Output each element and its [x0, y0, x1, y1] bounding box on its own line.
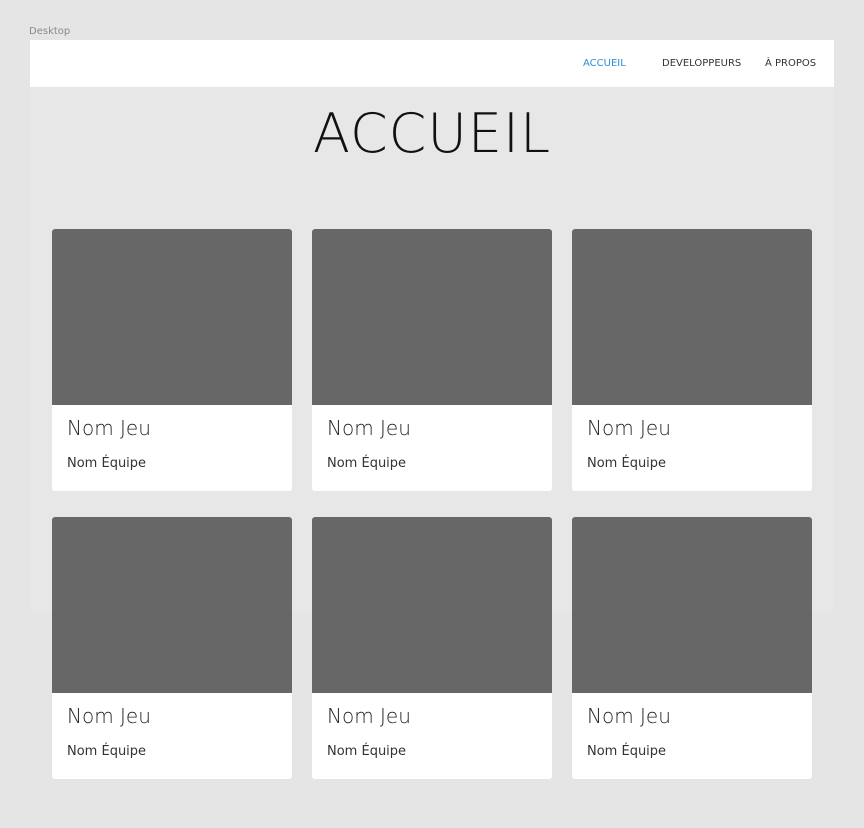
game-card-team: Nom Équipe [67, 744, 147, 759]
nav-link-accueil[interactable]: ACCUEIL [583, 40, 626, 87]
game-card-title: Nom Jeu [67, 704, 151, 728]
game-card-image [312, 517, 552, 693]
game-card-title: Nom Jeu [67, 416, 151, 440]
game-card-team: Nom Équipe [327, 456, 407, 471]
game-card-team: Nom Équipe [587, 744, 667, 759]
game-card[interactable]: Nom Jeu Nom Équipe [572, 229, 812, 491]
game-card-image [312, 229, 552, 405]
game-card[interactable]: Nom Jeu Nom Équipe [52, 517, 292, 779]
game-card-title: Nom Jeu [327, 704, 411, 728]
nav-link-a-propos[interactable]: À PROPOS [765, 40, 816, 87]
game-card-team: Nom Équipe [327, 744, 407, 759]
game-card-image [572, 229, 812, 405]
game-card-image [572, 517, 812, 693]
game-card-team: Nom Équipe [67, 456, 147, 471]
game-card[interactable]: Nom Jeu Nom Équipe [52, 229, 292, 491]
game-card-image [52, 517, 292, 693]
game-card-title: Nom Jeu [327, 416, 411, 440]
game-card-team: Nom Équipe [587, 456, 667, 471]
top-navbar: ACCUEIL DEVELOPPEURS À PROPOS [30, 40, 834, 87]
game-card-title: Nom Jeu [587, 416, 671, 440]
nav-link-developpeurs[interactable]: DEVELOPPEURS [662, 40, 741, 87]
game-card[interactable]: Nom Jeu Nom Équipe [572, 517, 812, 779]
game-card[interactable]: Nom Jeu Nom Équipe [312, 517, 552, 779]
game-card-title: Nom Jeu [587, 704, 671, 728]
page-title: ACCUEIL [312, 102, 552, 165]
artboard-label: Desktop [29, 26, 71, 37]
game-card[interactable]: Nom Jeu Nom Équipe [312, 229, 552, 491]
game-card-image [52, 229, 292, 405]
